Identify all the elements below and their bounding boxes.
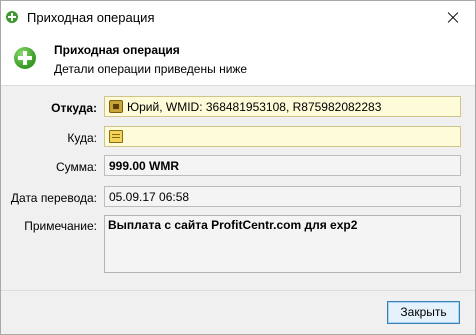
plus-circle-icon — [6, 11, 18, 23]
wallet-icon — [109, 100, 123, 113]
to-field[interactable] — [104, 126, 461, 147]
note-field[interactable]: Выплата с сайта ProfitCentr.com для exp2 — [104, 215, 461, 273]
amount-value: 999.00 WMR — [109, 159, 180, 173]
from-label: Откуда: — [51, 101, 97, 115]
card-icon — [109, 130, 123, 143]
date-value: 05.09.17 06:58 — [109, 190, 190, 204]
header-title: Приходная операция — [54, 43, 180, 57]
to-label: Куда: — [67, 131, 97, 145]
amount-label: Сумма: — [55, 160, 97, 174]
dialog-header: Приходная операция Детали операции приве… — [1, 34, 475, 86]
note-value: Выплата с сайта ProfitCentr.com для exp2 — [108, 218, 358, 232]
date-label: Дата перевода: — [10, 191, 97, 205]
transaction-dialog: Приходная операция Приходная операция Де… — [0, 0, 476, 335]
note-label: Примечание: — [24, 219, 97, 233]
title-bar[interactable]: Приходная операция — [1, 1, 475, 34]
from-field[interactable]: Юрий, WMID: 368481953108, R875982082283 — [104, 96, 461, 117]
header-subtitle: Детали операции приведены ниже — [54, 62, 248, 76]
from-value: Юрий, WMID: 368481953108, R875982082283 — [127, 100, 382, 114]
footer-divider — [1, 290, 475, 291]
plus-circle-icon — [14, 47, 36, 69]
date-field[interactable]: 05.09.17 06:58 — [104, 186, 461, 207]
close-icon[interactable] — [429, 1, 475, 34]
amount-field[interactable]: 999.00 WMR — [104, 155, 461, 176]
window-title: Приходная операция — [27, 10, 155, 25]
close-button[interactable]: Закрыть — [387, 301, 460, 324]
